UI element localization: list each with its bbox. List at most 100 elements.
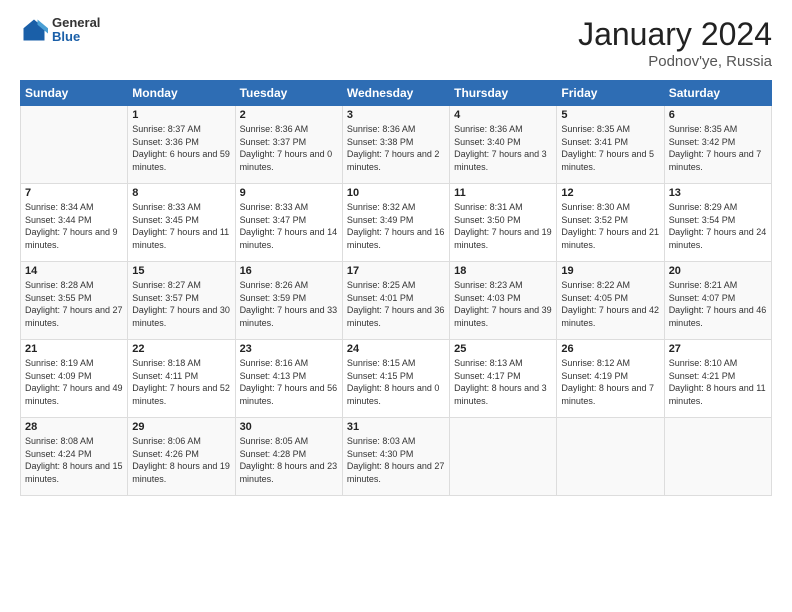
day-info: Sunrise: 8:10 AM Sunset: 4:21 PM Dayligh…: [669, 357, 767, 407]
calendar-cell: 19Sunrise: 8:22 AM Sunset: 4:05 PM Dayli…: [557, 262, 664, 340]
day-info: Sunrise: 8:34 AM Sunset: 3:44 PM Dayligh…: [25, 201, 123, 251]
day-info: Sunrise: 8:21 AM Sunset: 4:07 PM Dayligh…: [669, 279, 767, 329]
day-info: Sunrise: 8:30 AM Sunset: 3:52 PM Dayligh…: [561, 201, 659, 251]
calendar-cell: 31 Sunrise: 8:03 AM Sunset: 4:30 PM Dayli…: [342, 418, 449, 496]
day-info: Sunrise: 8:12 AM Sunset: 4:19 PM Dayligh…: [561, 357, 659, 407]
calendar-cell: 14Sunrise: 8:28 AM Sunset: 3:55 PM Dayli…: [21, 262, 128, 340]
day-info: Sunrise: 8:36 AM Sunset: 3:38 PM Dayligh…: [347, 123, 445, 173]
day-info: Sunrise: 8:16 AM Sunset: 4:13 PM Dayligh…: [240, 357, 338, 407]
calendar-cell: 8 Sunrise: 8:33 AM Sunset: 3:45 PM Daylig…: [128, 184, 235, 262]
calendar-cell: 27 Sunrise: 8:10 AM Sunset: 4:21 PM Dayli…: [664, 340, 771, 418]
weekday-header-row: Sunday Monday Tuesday Wednesday Thursday…: [21, 81, 772, 106]
calendar-cell: 16 Sunrise: 8:26 AM Sunset: 3:59 PM Dayli…: [235, 262, 342, 340]
calendar-week-0: 1Sunrise: 8:37 AM Sunset: 3:36 PM Daylig…: [21, 106, 772, 184]
day-number: 31: [347, 421, 445, 433]
day-number: 19: [561, 265, 659, 277]
day-info: Sunrise: 8:06 AM Sunset: 4:26 PM Dayligh…: [132, 435, 230, 485]
calendar-cell: 18Sunrise: 8:23 AM Sunset: 4:03 PM Dayli…: [450, 262, 557, 340]
calendar-cell: 21 Sunrise: 8:19 AM Sunset: 4:09 PM Dayli…: [21, 340, 128, 418]
day-info: Sunrise: 8:35 AM Sunset: 3:42 PM Dayligh…: [669, 123, 767, 173]
day-info: Sunrise: 8:36 AM Sunset: 3:40 PM Dayligh…: [454, 123, 552, 173]
day-number: 12: [561, 187, 659, 199]
day-number: 18: [454, 265, 552, 277]
day-number: 25: [454, 343, 552, 355]
calendar-cell: 15 Sunrise: 8:27 AM Sunset: 3:57 PM Dayli…: [128, 262, 235, 340]
calendar-cell: 26 Sunrise: 8:12 AM Sunset: 4:19 PM Dayli…: [557, 340, 664, 418]
calendar-week-4: 28Sunrise: 8:08 AM Sunset: 4:24 PM Dayli…: [21, 418, 772, 496]
day-number: 22: [132, 343, 230, 355]
calendar-cell: 9Sunrise: 8:33 AM Sunset: 3:47 PM Daylig…: [235, 184, 342, 262]
header-sunday: Sunday: [21, 81, 128, 106]
day-info: Sunrise: 8:33 AM Sunset: 3:47 PM Dayligh…: [240, 201, 338, 251]
day-info: Sunrise: 8:27 AM Sunset: 3:57 PM Dayligh…: [132, 279, 230, 329]
calendar-cell: 23 Sunrise: 8:16 AM Sunset: 4:13 PM Dayli…: [235, 340, 342, 418]
day-number: 21: [25, 343, 123, 355]
day-info: Sunrise: 8:08 AM Sunset: 4:24 PM Dayligh…: [25, 435, 123, 485]
calendar-week-3: 21 Sunrise: 8:19 AM Sunset: 4:09 PM Dayli…: [21, 340, 772, 418]
calendar-cell: 12 Sunrise: 8:30 AM Sunset: 3:52 PM Dayli…: [557, 184, 664, 262]
day-info: Sunrise: 8:33 AM Sunset: 3:45 PM Dayligh…: [132, 201, 230, 251]
day-number: 30: [240, 421, 338, 433]
day-number: 29: [132, 421, 230, 433]
page: General Blue January 2024 Podnov'ye, Rus…: [0, 0, 792, 612]
calendar-cell: 4 Sunrise: 8:36 AM Sunset: 3:40 PM Daylig…: [450, 106, 557, 184]
header-saturday: Saturday: [664, 81, 771, 106]
calendar-cell: [557, 418, 664, 496]
calendar-cell: 11Sunrise: 8:31 AM Sunset: 3:50 PM Dayli…: [450, 184, 557, 262]
month-title: January 2024: [578, 16, 772, 53]
day-number: 10: [347, 187, 445, 199]
day-number: 24: [347, 343, 445, 355]
day-info: Sunrise: 8:13 AM Sunset: 4:17 PM Dayligh…: [454, 357, 552, 407]
day-number: 15: [132, 265, 230, 277]
calendar-cell: 25 Sunrise: 8:13 AM Sunset: 4:17 PM Dayli…: [450, 340, 557, 418]
day-number: 13: [669, 187, 767, 199]
calendar-cell: 17Sunrise: 8:25 AM Sunset: 4:01 PM Dayli…: [342, 262, 449, 340]
day-number: 26: [561, 343, 659, 355]
day-info: Sunrise: 8:15 AM Sunset: 4:15 PM Dayligh…: [347, 357, 445, 407]
logo-general-text: General: [52, 16, 100, 30]
day-info: Sunrise: 8:35 AM Sunset: 3:41 PM Dayligh…: [561, 123, 659, 173]
calendar-cell: [450, 418, 557, 496]
day-number: 20: [669, 265, 767, 277]
day-info: Sunrise: 8:31 AM Sunset: 3:50 PM Dayligh…: [454, 201, 552, 251]
calendar-cell: 28Sunrise: 8:08 AM Sunset: 4:24 PM Dayli…: [21, 418, 128, 496]
calendar-cell: [21, 106, 128, 184]
day-number: 5: [561, 109, 659, 121]
header-wednesday: Wednesday: [342, 81, 449, 106]
day-number: 16: [240, 265, 338, 277]
calendar-cell: 2 Sunrise: 8:36 AM Sunset: 3:37 PM Daylig…: [235, 106, 342, 184]
day-info: Sunrise: 8:05 AM Sunset: 4:28 PM Dayligh…: [240, 435, 338, 485]
day-number: 7: [25, 187, 123, 199]
calendar-week-2: 14Sunrise: 8:28 AM Sunset: 3:55 PM Dayli…: [21, 262, 772, 340]
calendar-cell: 22 Sunrise: 8:18 AM Sunset: 4:11 PM Dayli…: [128, 340, 235, 418]
calendar-cell: 7 Sunrise: 8:34 AM Sunset: 3:44 PM Daylig…: [21, 184, 128, 262]
day-info: Sunrise: 8:26 AM Sunset: 3:59 PM Dayligh…: [240, 279, 338, 329]
day-info: Sunrise: 8:28 AM Sunset: 3:55 PM Dayligh…: [25, 279, 123, 329]
title-block: January 2024 Podnov'ye, Russia: [578, 16, 772, 70]
header-thursday: Thursday: [450, 81, 557, 106]
calendar-week-1: 7 Sunrise: 8:34 AM Sunset: 3:44 PM Daylig…: [21, 184, 772, 262]
logo-text: General Blue: [52, 16, 100, 45]
day-info: Sunrise: 8:19 AM Sunset: 4:09 PM Dayligh…: [25, 357, 123, 407]
day-number: 2: [240, 109, 338, 121]
calendar-cell: 29 Sunrise: 8:06 AM Sunset: 4:26 PM Dayli…: [128, 418, 235, 496]
day-number: 6: [669, 109, 767, 121]
calendar-cell: 1Sunrise: 8:37 AM Sunset: 3:36 PM Daylig…: [128, 106, 235, 184]
day-number: 23: [240, 343, 338, 355]
calendar-table: Sunday Monday Tuesday Wednesday Thursday…: [20, 80, 772, 496]
header: General Blue January 2024 Podnov'ye, Rus…: [20, 16, 772, 70]
logo-icon: [20, 16, 48, 44]
logo-blue-text: Blue: [52, 30, 100, 44]
day-info: Sunrise: 8:37 AM Sunset: 3:36 PM Dayligh…: [132, 123, 230, 173]
day-info: Sunrise: 8:18 AM Sunset: 4:11 PM Dayligh…: [132, 357, 230, 407]
day-number: 4: [454, 109, 552, 121]
day-number: 17: [347, 265, 445, 277]
calendar-cell: 10Sunrise: 8:32 AM Sunset: 3:49 PM Dayli…: [342, 184, 449, 262]
calendar-cell: 24 Sunrise: 8:15 AM Sunset: 4:15 PM Dayli…: [342, 340, 449, 418]
day-number: 27: [669, 343, 767, 355]
header-monday: Monday: [128, 81, 235, 106]
day-number: 8: [132, 187, 230, 199]
header-tuesday: Tuesday: [235, 81, 342, 106]
day-info: Sunrise: 8:36 AM Sunset: 3:37 PM Dayligh…: [240, 123, 338, 173]
day-info: Sunrise: 8:03 AM Sunset: 4:30 PM Dayligh…: [347, 435, 445, 485]
